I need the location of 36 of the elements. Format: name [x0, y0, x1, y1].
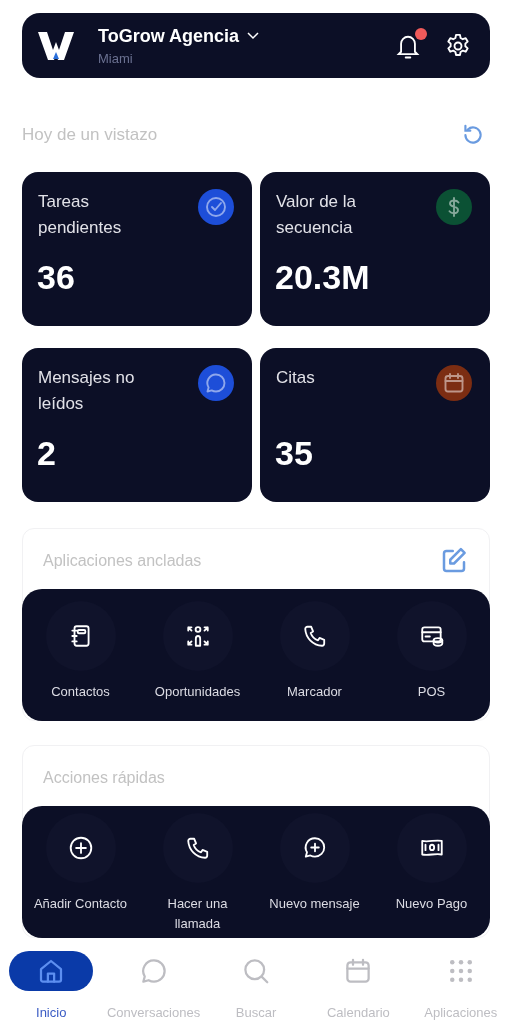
people-icon — [184, 623, 211, 649]
check-circle-icon — [204, 195, 228, 219]
stat-value: 2 — [37, 434, 56, 473]
search-icon — [241, 956, 271, 986]
quick-action[interactable]: Nuevo mensaje — [256, 813, 373, 938]
quick-action[interactable]: Nuevo Pago — [373, 813, 490, 938]
card-coins-icon — [418, 623, 445, 649]
app-shortcut[interactable]: Oportunidades — [139, 601, 256, 721]
section-title: Aplicaciones ancladas — [43, 552, 202, 570]
quick-action[interactable]: Añadir Contacto — [22, 813, 139, 938]
app-shortcut[interactable]: Marcador — [256, 601, 373, 721]
stat-value: 20.3M — [275, 258, 370, 297]
section-title: Acciones rápidas — [43, 769, 165, 787]
app-shortcut[interactable]: Contactos — [22, 601, 139, 721]
stat-card[interactable]: Citas 35 — [260, 348, 490, 502]
stat-card[interactable]: Valor de la secuencia 20.3M — [260, 172, 490, 326]
stat-card[interactable]: Tareas pendientes 36 — [22, 172, 252, 326]
location-label: Miami — [98, 50, 134, 66]
calendar-icon — [442, 371, 466, 395]
chevron-down-icon[interactable] — [247, 32, 259, 40]
app-shortcut[interactable]: POS — [373, 601, 490, 721]
stat-value: 35 — [275, 434, 313, 473]
phone-icon — [184, 835, 211, 861]
stat-label: Tareas pendientes — [38, 191, 123, 239]
chat-bubble-icon — [204, 371, 228, 395]
stat-value: 36 — [37, 258, 75, 297]
plus-circle-icon — [67, 835, 94, 861]
section-title: Hoy de un vistazo — [22, 125, 158, 145]
account-switcher[interactable]: ToGrow Agencia — [98, 25, 239, 47]
stat-label: Citas — [276, 367, 316, 389]
nav-tab[interactable]: Inicio — [0, 943, 103, 1022]
stat-card[interactable]: Mensajes no leídos 2 — [22, 348, 252, 502]
stat-label: Valor de la secuencia — [276, 191, 357, 239]
quick-action[interactable]: Hacer una llamada — [139, 813, 256, 938]
phone-icon — [301, 623, 328, 649]
stat-label: Mensajes no leídos — [38, 367, 136, 415]
